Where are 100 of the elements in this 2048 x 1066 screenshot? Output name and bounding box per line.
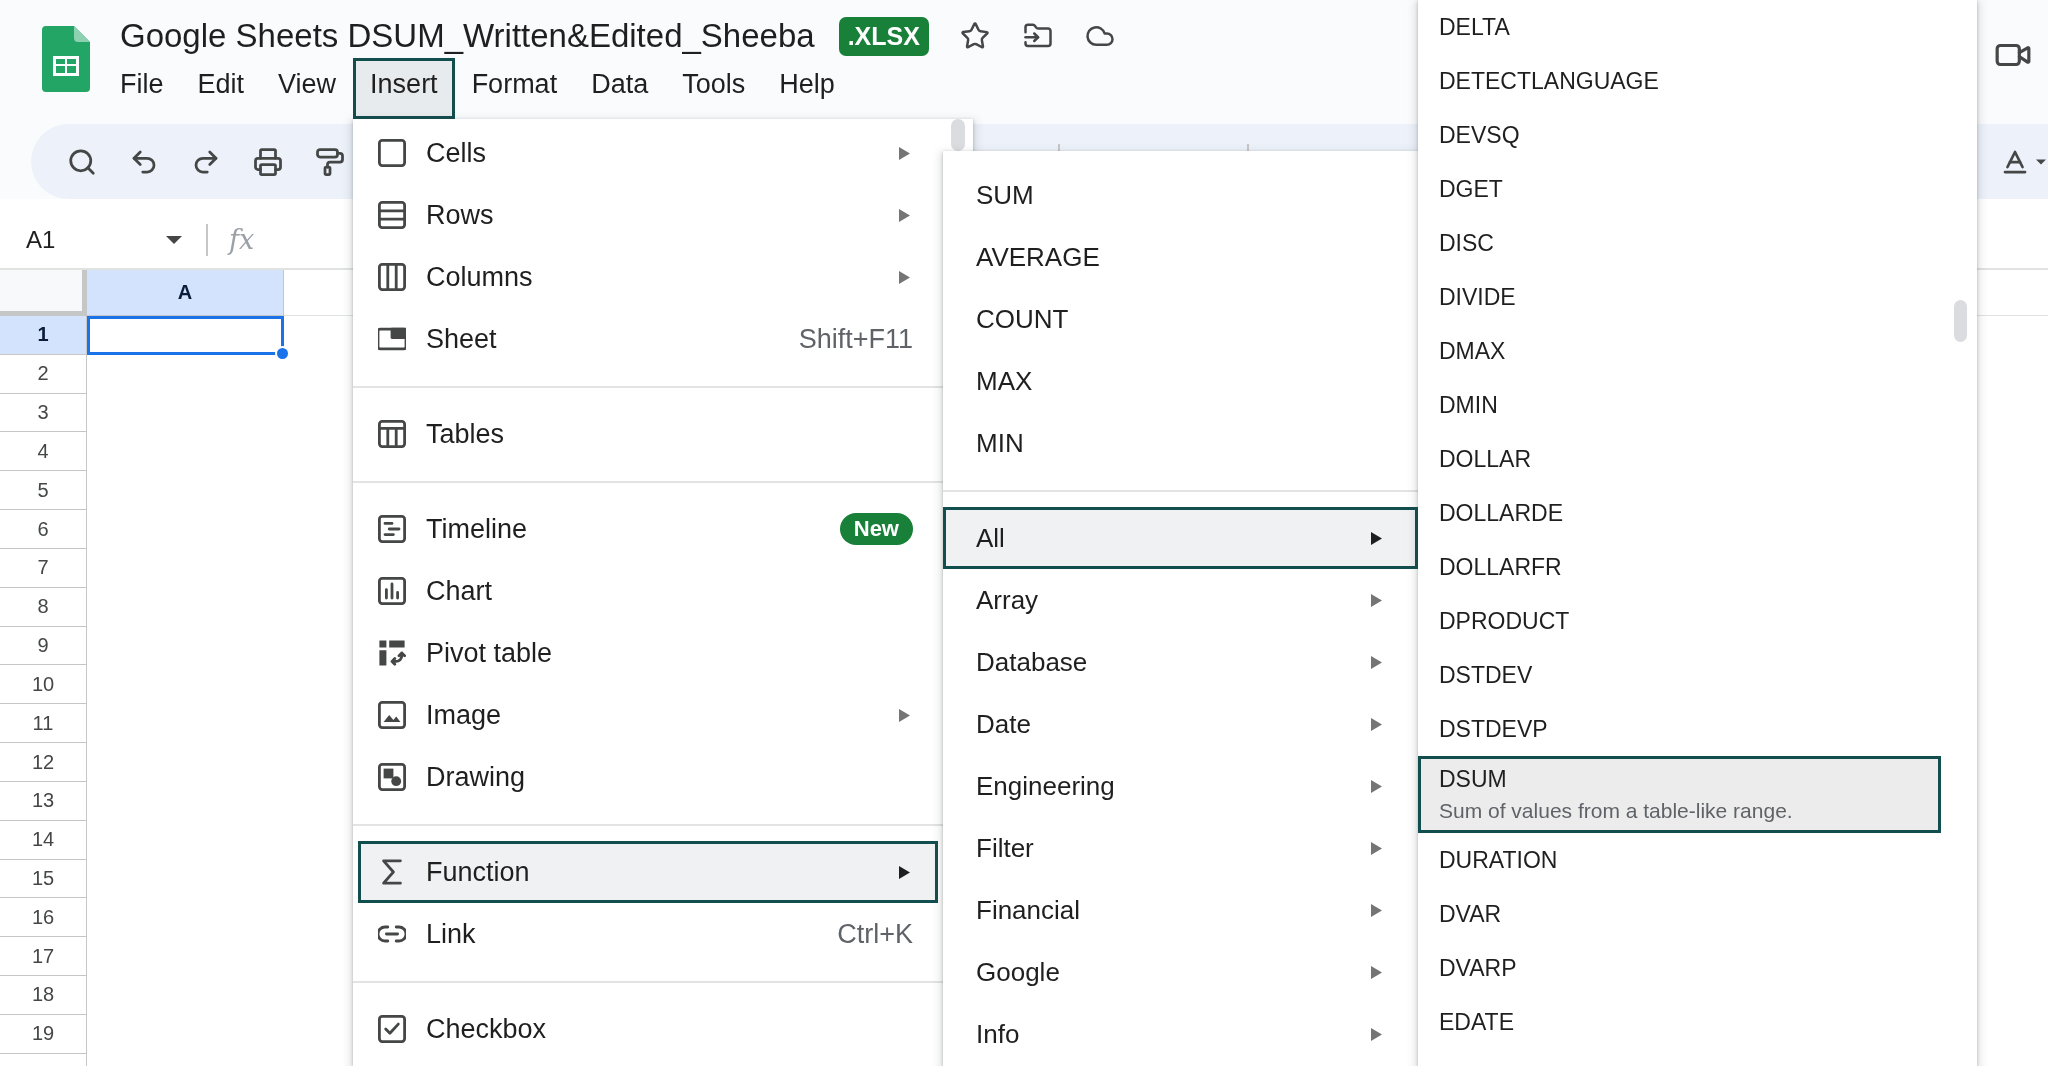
row-header[interactable]: 6 <box>0 510 87 549</box>
menu-bar-item[interactable]: File <box>103 58 181 119</box>
row-header[interactable]: 5 <box>0 471 87 511</box>
shapes-icon <box>378 763 406 791</box>
row-header[interactable]: 19 <box>0 1014 87 1054</box>
printer-icon[interactable] <box>253 146 283 177</box>
caret-icon[interactable] <box>2036 158 2046 165</box>
caret-icon[interactable] <box>166 235 182 244</box>
row-header[interactable]: 7 <box>0 548 87 588</box>
app-logo[interactable] <box>42 26 90 92</box>
document-title[interactable]: Google Sheets DSUM_Written&Edited_Sheeba <box>120 17 815 55</box>
row-header[interactable]: 16 <box>0 898 87 938</box>
menu-item[interactable]: Array <box>943 569 1418 631</box>
scrollbar-thumb[interactable] <box>951 119 965 151</box>
menu-item[interactable]: Pivot table <box>358 622 938 684</box>
column-header[interactable]: A <box>87 270 284 316</box>
row-header[interactable]: 18 <box>0 976 87 1015</box>
function-label: fx <box>229 224 255 255</box>
scrollbar-thumb[interactable] <box>1954 300 1967 342</box>
menu-item[interactable]: Timeline New <box>358 498 938 560</box>
window-icon <box>378 325 406 353</box>
menu-item[interactable]: Financial <box>943 879 1418 941</box>
menu-item[interactable]: COUNT <box>943 288 1418 350</box>
row-header[interactable]: 9 <box>0 626 87 666</box>
pivot-table-icon <box>378 639 406 667</box>
menu-bar-item[interactable]: Insert <box>353 58 455 119</box>
square-icon <box>378 139 406 167</box>
row-header[interactable]: 14 <box>0 820 87 860</box>
row-header[interactable]: 2 <box>0 354 87 394</box>
menu-item[interactable]: Columns <box>358 246 938 308</box>
row-header[interactable]: 4 <box>0 432 87 472</box>
menu-item[interactable]: Checkbox <box>358 998 938 1060</box>
format-badge: .XLSX <box>838 16 929 56</box>
menu-item[interactable]: EDATE <box>1418 995 1941 1049</box>
menu-item[interactable]: DVARP <box>1418 941 1941 995</box>
name-box[interactable]: A1 <box>0 219 190 260</box>
menu-item[interactable]: DISC <box>1418 216 1941 270</box>
menu-item[interactable]: DMAX <box>1418 324 1941 378</box>
timeline-icon <box>378 515 406 543</box>
row-header[interactable]: 11 <box>0 704 87 744</box>
menu-bar-item[interactable]: Help <box>762 58 852 119</box>
menu-item[interactable]: Sheet Shift+F11 <box>358 308 938 370</box>
menu-item[interactable]: DOLLARFR <box>1418 540 1941 594</box>
menu-item[interactable]: Cells <box>358 122 938 184</box>
menu-item[interactable]: DSTDEVP <box>1418 702 1941 756</box>
search-icon[interactable] <box>67 146 97 177</box>
menu-bar-item[interactable]: Edit <box>180 58 262 119</box>
menu-item[interactable]: DOLLARDE <box>1418 486 1941 540</box>
image-icon <box>378 701 406 729</box>
menu-item[interactable]: DPRODUCT <box>1418 594 1941 648</box>
menu-item[interactable]: DGET <box>1418 162 1941 216</box>
function-description: Sum of values from a table-like range. <box>1439 799 1794 823</box>
columns-icon <box>378 263 406 291</box>
menu-item[interactable]: DSUM Sum of values from a table-like range. <box>1418 756 1941 833</box>
menu-item[interactable]: Rows <box>358 184 938 246</box>
row-header[interactable]: 3 <box>0 393 87 433</box>
menu-item[interactable]: Chart <box>358 560 938 622</box>
new-badge: New <box>839 513 913 545</box>
row-header[interactable]: 12 <box>0 743 87 782</box>
menu-item[interactable]: Engineering <box>943 755 1418 817</box>
menu-item[interactable]: Tables <box>358 403 938 465</box>
row-header[interactable]: 10 <box>0 665 87 705</box>
menu-item[interactable]: Database <box>943 631 1418 693</box>
row-header[interactable]: 13 <box>0 781 87 821</box>
menu-item[interactable]: DOLLAR <box>1418 432 1941 486</box>
menu-item[interactable]: DIVIDE <box>1418 270 1941 324</box>
star-icon[interactable] <box>959 21 990 51</box>
row-header[interactable]: 15 <box>0 859 87 899</box>
menu-item[interactable]: DVAR <box>1418 887 1941 941</box>
menu-item[interactable]: MAX <box>943 350 1418 412</box>
fill-handle[interactable] <box>275 345 290 361</box>
menu-item[interactable]: Function <box>358 841 938 903</box>
menu-item[interactable]: Image <box>358 684 938 746</box>
menu-bar-item[interactable]: Tools <box>665 58 763 119</box>
menu-item[interactable]: DEVSQ <box>1418 108 1941 162</box>
menu-item[interactable]: AVERAGE <box>943 226 1418 288</box>
menu-item[interactable]: Drawing <box>358 746 938 808</box>
rows-icon <box>378 201 406 229</box>
menu-bar-item[interactable]: View <box>261 58 354 119</box>
row-header[interactable]: 1 <box>0 316 87 355</box>
row-header[interactable]: 17 <box>0 937 87 977</box>
menu-item[interactable]: DURATION <box>1418 833 1941 887</box>
row-header[interactable]: 8 <box>0 587 87 627</box>
menu-item[interactable]: DSTDEV <box>1418 648 1941 702</box>
menu-item[interactable]: SUM <box>943 164 1418 226</box>
menu-item[interactable]: Google <box>943 941 1418 1003</box>
menu-bar-item[interactable]: Format <box>454 58 575 119</box>
menu-item[interactable]: DELTA <box>1418 0 1941 54</box>
menu-item[interactable]: Date <box>943 693 1418 755</box>
menu-item[interactable]: Info <box>943 1003 1418 1065</box>
menu-item[interactable]: Link Ctrl+K <box>358 903 938 965</box>
menu-item[interactable]: All <box>943 507 1418 569</box>
menu-item[interactable]: MIN <box>943 412 1418 474</box>
menu-bar-item[interactable]: Data <box>574 58 666 119</box>
menu-item[interactable]: Filter <box>943 817 1418 879</box>
menu-item[interactable]: DETECTLANGUAGE <box>1418 54 1941 108</box>
checkbox-icon <box>378 1015 406 1043</box>
bar-chart-icon <box>378 577 406 605</box>
menu-item[interactable]: DMIN <box>1418 378 1941 432</box>
paint-roller-icon[interactable] <box>315 146 345 177</box>
